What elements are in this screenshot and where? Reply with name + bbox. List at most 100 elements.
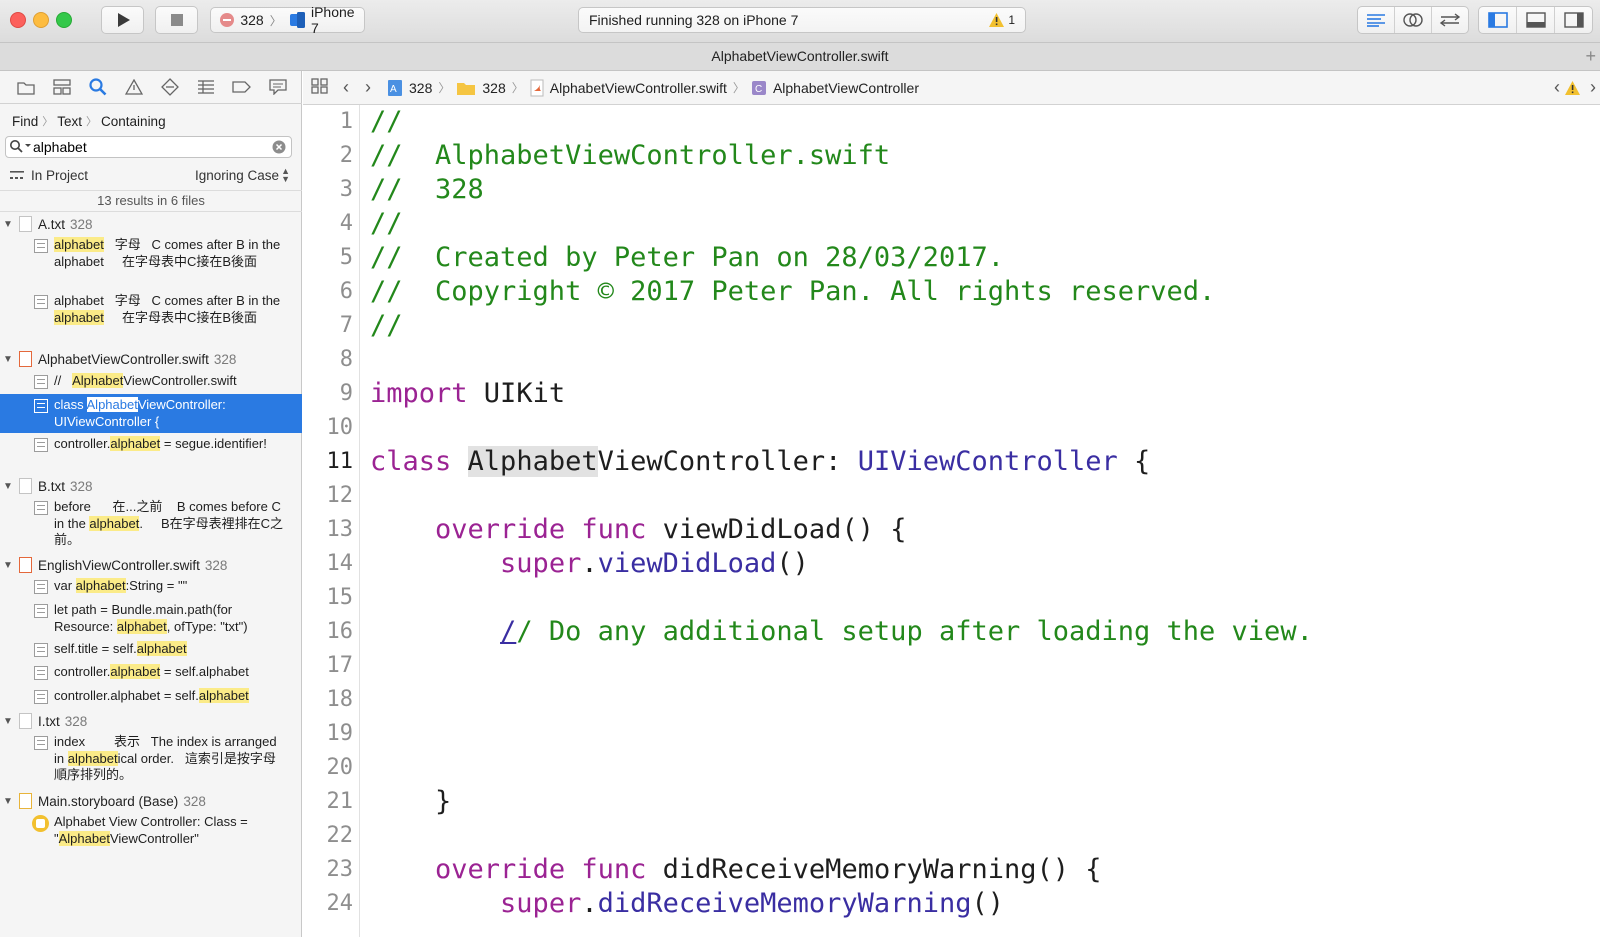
find-mode-match[interactable]: Containing [101,114,166,129]
result-match[interactable]: alphabet 字母 C comes after B in the alpha… [0,237,302,270]
result-match[interactable]: controller.alphabet = segue.identifier! [0,436,302,453]
disclosure-triangle-icon[interactable]: ▼ [1,481,15,492]
debug-navigator-icon[interactable] [194,76,218,98]
disclosure-triangle-icon[interactable]: ▼ [1,716,15,727]
warning-icon[interactable] [1565,80,1580,95]
source-editor[interactable]: 1 2 3 4 5 6 7 8 9 10 11 12 13 14 15 16 1… [303,105,1600,937]
assistant-editor-button[interactable] [1395,7,1432,33]
project-icon: A [388,79,402,96]
right-panel-icon [1563,12,1584,28]
toggle-navigator-button[interactable] [1479,7,1517,33]
result-file-b-txt[interactable]: ▼ B.txt 328 [0,475,93,497]
chevron-right-icon: 〉 [511,81,524,95]
disclosure-triangle-icon[interactable]: ▼ [1,354,15,365]
warning-indicator[interactable]: 1 [989,13,1015,27]
find-navigator-icon[interactable] [86,76,110,98]
breadcrumb-file[interactable]: AlphabetViewController.swift [530,79,727,97]
result-match[interactable]: before 在...之前 B comes before C in the al… [0,499,302,549]
result-match[interactable]: self.title = self.alphabet [0,641,302,658]
result-match[interactable]: Alphabet View Controller: Class = "Alpha… [0,814,302,847]
line-number: 1 [339,109,353,134]
breadcrumb-group[interactable]: 328 [456,80,506,96]
breadcrumb-project[interactable]: A 328 [387,79,432,97]
result-match[interactable]: index 表示 The index is arranged in alphab… [0,734,302,784]
code-line: // Do any additional setup after loading… [500,616,1313,647]
minimize-window-button[interactable] [33,12,49,28]
result-match[interactable]: var alphabet:String = "" [0,578,302,595]
tab-title[interactable]: AlphabetViewController.swift [711,48,888,64]
scope-selector[interactable]: In Project [10,167,88,183]
updown-chevron-icon: ▲ ▼ [281,166,290,184]
version-editor-button[interactable] [1432,7,1468,33]
find-navigator: Find 〉 Text 〉 Containing In Project Igno… [0,71,302,937]
search-icon [10,140,31,153]
issue-navigator-icon[interactable] [122,76,146,98]
close-window-button[interactable] [10,12,26,28]
result-file-alphabetviewcontroller[interactable]: ▼ AlphabetViewController.swift 328 [0,348,236,370]
breadcrumb-symbol[interactable]: C AlphabetViewController [751,80,919,96]
case-selector[interactable]: Ignoring Case ▲ ▼ [195,166,290,184]
report-navigator-icon[interactable] [266,76,290,98]
line-match-icon [34,399,48,413]
result-file-a-txt[interactable]: ▼ A.txt 328 [0,213,93,235]
code-line: super.didReceiveMemoryWarning() [500,888,1004,919]
line-match-icon [34,666,48,680]
case-mode-label: Ignoring Case [195,167,280,183]
result-match[interactable]: let path = Bundle.main.path(for Resource… [0,602,302,635]
result-match[interactable]: alphabet 字母 C comes after B in the alpha… [0,293,302,326]
text-file-icon [19,216,32,232]
run-button[interactable] [101,6,144,34]
disclosure-triangle-icon[interactable]: ▼ [1,560,15,571]
results-summary: 13 results in 6 files [0,190,302,212]
result-match[interactable]: // AlphabetViewController.swift [0,373,302,390]
disclosure-triangle-icon[interactable]: ▼ [1,219,15,230]
find-mode-type[interactable]: Text [57,114,82,129]
result-file-i-txt[interactable]: ▼ I.txt 328 [0,710,87,732]
add-tab-icon[interactable]: + [1585,43,1596,70]
stop-button[interactable] [155,6,198,34]
zoom-window-button[interactable] [56,12,72,28]
code-line: super.viewDidLoad() [500,548,809,579]
find-mode-action[interactable]: Find [12,114,38,129]
disclosure-triangle-icon[interactable]: ▼ [1,796,15,807]
forward-icon[interactable]: › [365,77,371,98]
file-project: 328 [70,478,93,494]
standard-editor-button[interactable] [1358,7,1395,33]
back-icon[interactable]: ‹ [343,77,349,98]
search-field[interactable] [5,136,292,158]
line-number: 13 [326,517,354,542]
line-number: 17 [326,653,354,678]
toggle-utilities-button[interactable] [1555,7,1592,33]
result-match[interactable]: controller.alphabet = self.alphabet [0,664,302,681]
clear-search-icon[interactable] [272,140,286,154]
file-project: 328 [204,557,228,573]
search-input[interactable] [33,139,263,155]
result-file-main-storyboard[interactable]: ▼ Main.storyboard (Base) 328 [0,790,206,812]
next-issue-icon[interactable]: › [1590,77,1596,98]
jump-bar: ‹ › A 328 〉 328 〉 AlphabetViewController… [303,71,1600,105]
result-file-englishviewcontroller[interactable]: ▼ EnglishViewController.swift 328 [0,554,227,576]
breakpoint-navigator-icon[interactable] [230,76,254,98]
previous-issue-icon[interactable]: ‹ [1554,77,1560,98]
test-navigator-icon[interactable] [158,76,182,98]
editor-mode-segment [1357,6,1469,34]
code-line: // [370,106,403,137]
rings-icon [1403,13,1423,27]
svg-text:C: C [755,84,762,95]
line-number: 18 [326,687,354,712]
related-items-icon[interactable] [311,78,329,97]
project-navigator-icon[interactable] [14,76,38,98]
toolbar: 328 〉 iPhone 7 Finished running 328 on i… [0,0,1600,43]
toggle-debug-area-button[interactable] [1517,7,1555,33]
warning-count: 1 [1008,13,1015,27]
scheme-selector[interactable]: 328 〉 iPhone 7 [210,4,365,36]
tab-bar: AlphabetViewController.swift + [0,43,1600,71]
result-match-selected[interactable]: class AlphabetViewController: UIViewCont… [0,394,302,433]
symbol-navigator-icon[interactable] [50,76,74,98]
scope-icon [10,171,24,179]
svg-text:A: A [390,84,397,95]
result-match[interactable]: controller.alphabet = self.alphabet [0,688,302,705]
activity-status: Finished running 328 on iPhone 7 1 [578,7,1026,33]
chevron-right-icon: 〉 [42,116,54,128]
search-scope-row: In Project Ignoring Case ▲ ▼ [10,166,290,184]
